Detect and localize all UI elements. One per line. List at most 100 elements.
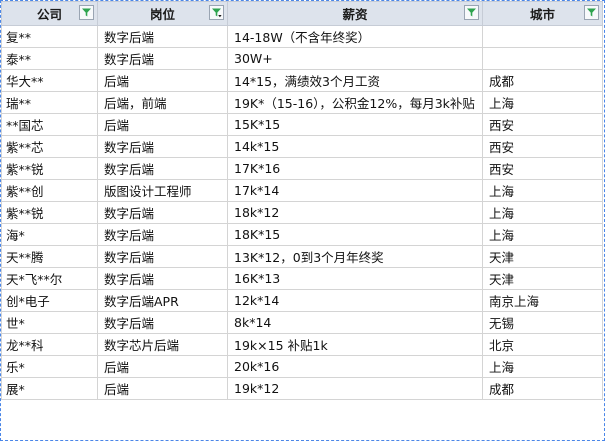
position-cell[interactable]: 数字后端 bbox=[97, 311, 228, 334]
filter-icon bbox=[587, 8, 596, 17]
salary-cell[interactable]: 14k*15 bbox=[227, 135, 483, 158]
city-cell[interactable]: 北京 bbox=[482, 333, 603, 356]
table-row: 海* 数字后端 18K*15 上海 bbox=[1, 223, 603, 246]
salary-cell[interactable]: 14-18W（不含年终奖） bbox=[227, 25, 483, 48]
salary-cell[interactable]: 19k*12 bbox=[227, 377, 483, 400]
city-cell[interactable]: 西安 bbox=[482, 157, 603, 180]
column-header-label: 公司 bbox=[36, 7, 62, 22]
company-cell[interactable]: 海* bbox=[1, 223, 98, 246]
position-cell[interactable]: 数字后端 bbox=[97, 267, 228, 290]
column-header-position[interactable]: 岗位 bbox=[97, 1, 228, 26]
salary-cell[interactable]: 19K*（15-16），公积金12%，每月3k补贴 bbox=[227, 91, 483, 114]
city-cell[interactable]: 上海 bbox=[482, 355, 603, 378]
position-cell[interactable]: 数字后端 bbox=[97, 135, 228, 158]
table-row: 瑞** 后端，前端 19K*（15-16），公积金12%，每月3k补贴 上海 bbox=[1, 91, 603, 114]
company-cell[interactable]: 紫**创 bbox=[1, 179, 98, 202]
column-header-label: 岗位 bbox=[149, 7, 175, 22]
city-cell[interactable]: 南京上海 bbox=[482, 289, 603, 312]
table-row: 紫**创 版图设计工程师 17k*14 上海 bbox=[1, 179, 603, 202]
company-cell[interactable]: 泰** bbox=[1, 47, 98, 70]
salary-cell[interactable]: 8k*14 bbox=[227, 311, 483, 334]
city-cell[interactable]: 成都 bbox=[482, 69, 603, 92]
city-cell[interactable]: 西安 bbox=[482, 135, 603, 158]
position-cell[interactable]: 后端 bbox=[97, 355, 228, 378]
table-row: 龙**科 数字芯片后端 19k×15 补贴1k 北京 bbox=[1, 333, 603, 356]
company-cell[interactable]: 紫**锐 bbox=[1, 201, 98, 224]
position-cell[interactable]: 数字后端 bbox=[97, 201, 228, 224]
city-cell[interactable]: 上海 bbox=[482, 201, 603, 224]
company-filter-button[interactable] bbox=[79, 5, 94, 20]
salary-cell[interactable]: 16K*13 bbox=[227, 267, 483, 290]
city-cell[interactable]: 成都 bbox=[482, 377, 603, 400]
table-row: 紫**芯 数字后端 14k*15 西安 bbox=[1, 135, 603, 158]
company-cell[interactable]: 乐* bbox=[1, 355, 98, 378]
table-row: 乐* 后端 20k*16 上海 bbox=[1, 355, 603, 378]
company-cell[interactable]: 紫**芯 bbox=[1, 135, 98, 158]
table-row: **国芯 后端 15K*15 西安 bbox=[1, 113, 603, 136]
salary-cell[interactable]: 14*15，满绩效3个月工资 bbox=[227, 69, 483, 92]
position-cell[interactable]: 版图设计工程师 bbox=[97, 179, 228, 202]
position-cell[interactable]: 后端 bbox=[97, 113, 228, 136]
city-cell[interactable] bbox=[482, 47, 603, 70]
position-cell[interactable]: 数字芯片后端 bbox=[97, 333, 228, 356]
company-cell[interactable]: **国芯 bbox=[1, 113, 98, 136]
city-cell[interactable] bbox=[482, 25, 603, 48]
position-filter-button[interactable] bbox=[209, 5, 224, 20]
salary-cell[interactable]: 20k*16 bbox=[227, 355, 483, 378]
salary-cell[interactable]: 17K*16 bbox=[227, 157, 483, 180]
city-cell[interactable]: 西安 bbox=[482, 113, 603, 136]
table-row: 世* 数字后端 8k*14 无锡 bbox=[1, 311, 603, 334]
table-row: 天**腾 数字后端 13K*12，0到3个月年终奖 天津 bbox=[1, 245, 603, 268]
position-cell[interactable]: 后端 bbox=[97, 377, 228, 400]
salary-cell[interactable]: 13K*12，0到3个月年终奖 bbox=[227, 245, 483, 268]
salary-cell[interactable]: 19k×15 补贴1k bbox=[227, 333, 483, 356]
column-header-company[interactable]: 公司 bbox=[1, 1, 98, 26]
column-header-label: 薪资 bbox=[342, 7, 368, 22]
salary-cell[interactable]: 17k*14 bbox=[227, 179, 483, 202]
header-row: 公司 岗位 薪资 城市 bbox=[1, 1, 603, 26]
salary-filter-button[interactable] bbox=[464, 5, 479, 20]
salary-cell[interactable]: 12k*14 bbox=[227, 289, 483, 312]
company-cell[interactable]: 世* bbox=[1, 311, 98, 334]
table-row: 展* 后端 19k*12 成都 bbox=[1, 377, 603, 400]
company-cell[interactable]: 紫**锐 bbox=[1, 157, 98, 180]
table-row: 泰** 数字后端 30W+ bbox=[1, 47, 603, 70]
company-cell[interactable]: 创*电子 bbox=[1, 289, 98, 312]
company-cell[interactable]: 瑞** bbox=[1, 91, 98, 114]
city-filter-button[interactable] bbox=[584, 5, 599, 20]
position-cell[interactable]: 后端 bbox=[97, 69, 228, 92]
salary-cell[interactable]: 30W+ bbox=[227, 47, 483, 70]
company-cell[interactable]: 复** bbox=[1, 25, 98, 48]
company-cell[interactable]: 天**腾 bbox=[1, 245, 98, 268]
city-cell[interactable]: 上海 bbox=[482, 179, 603, 202]
position-cell[interactable]: 数字后端 bbox=[97, 25, 228, 48]
filter-icon bbox=[82, 8, 91, 17]
city-cell[interactable]: 上海 bbox=[482, 223, 603, 246]
city-cell[interactable]: 上海 bbox=[482, 91, 603, 114]
company-cell[interactable]: 展* bbox=[1, 377, 98, 400]
table-row: 紫**锐 数字后端 18k*12 上海 bbox=[1, 201, 603, 224]
position-cell[interactable]: 数字后端APR bbox=[97, 289, 228, 312]
spreadsheet-table: 公司 岗位 薪资 城市 复** 数字后端 14-18W（不含年终奖） 泰** 数字后端 30W+… bbox=[1, 1, 603, 400]
company-cell[interactable]: 华大** bbox=[1, 69, 98, 92]
column-header-city[interactable]: 城市 bbox=[482, 1, 603, 26]
filter-icon bbox=[467, 8, 476, 17]
city-cell[interactable]: 无锡 bbox=[482, 311, 603, 334]
salary-cell[interactable]: 18k*12 bbox=[227, 201, 483, 224]
position-cell[interactable]: 后端，前端 bbox=[97, 91, 228, 114]
column-header-label: 城市 bbox=[529, 7, 555, 22]
position-cell[interactable]: 数字后端 bbox=[97, 47, 228, 70]
position-cell[interactable]: 数字后端 bbox=[97, 157, 228, 180]
table-row: 天*飞**尔 数字后端 16K*13 天津 bbox=[1, 267, 603, 290]
salary-cell[interactable]: 18K*15 bbox=[227, 223, 483, 246]
table-row: 紫**锐 数字后端 17K*16 西安 bbox=[1, 157, 603, 180]
company-cell[interactable]: 天*飞**尔 bbox=[1, 267, 98, 290]
table-row: 创*电子 数字后端APR 12k*14 南京上海 bbox=[1, 289, 603, 312]
salary-cell[interactable]: 15K*15 bbox=[227, 113, 483, 136]
position-cell[interactable]: 数字后端 bbox=[97, 245, 228, 268]
company-cell[interactable]: 龙**科 bbox=[1, 333, 98, 356]
city-cell[interactable]: 天津 bbox=[482, 267, 603, 290]
position-cell[interactable]: 数字后端 bbox=[97, 223, 228, 246]
column-header-salary[interactable]: 薪资 bbox=[227, 1, 483, 26]
city-cell[interactable]: 天津 bbox=[482, 245, 603, 268]
